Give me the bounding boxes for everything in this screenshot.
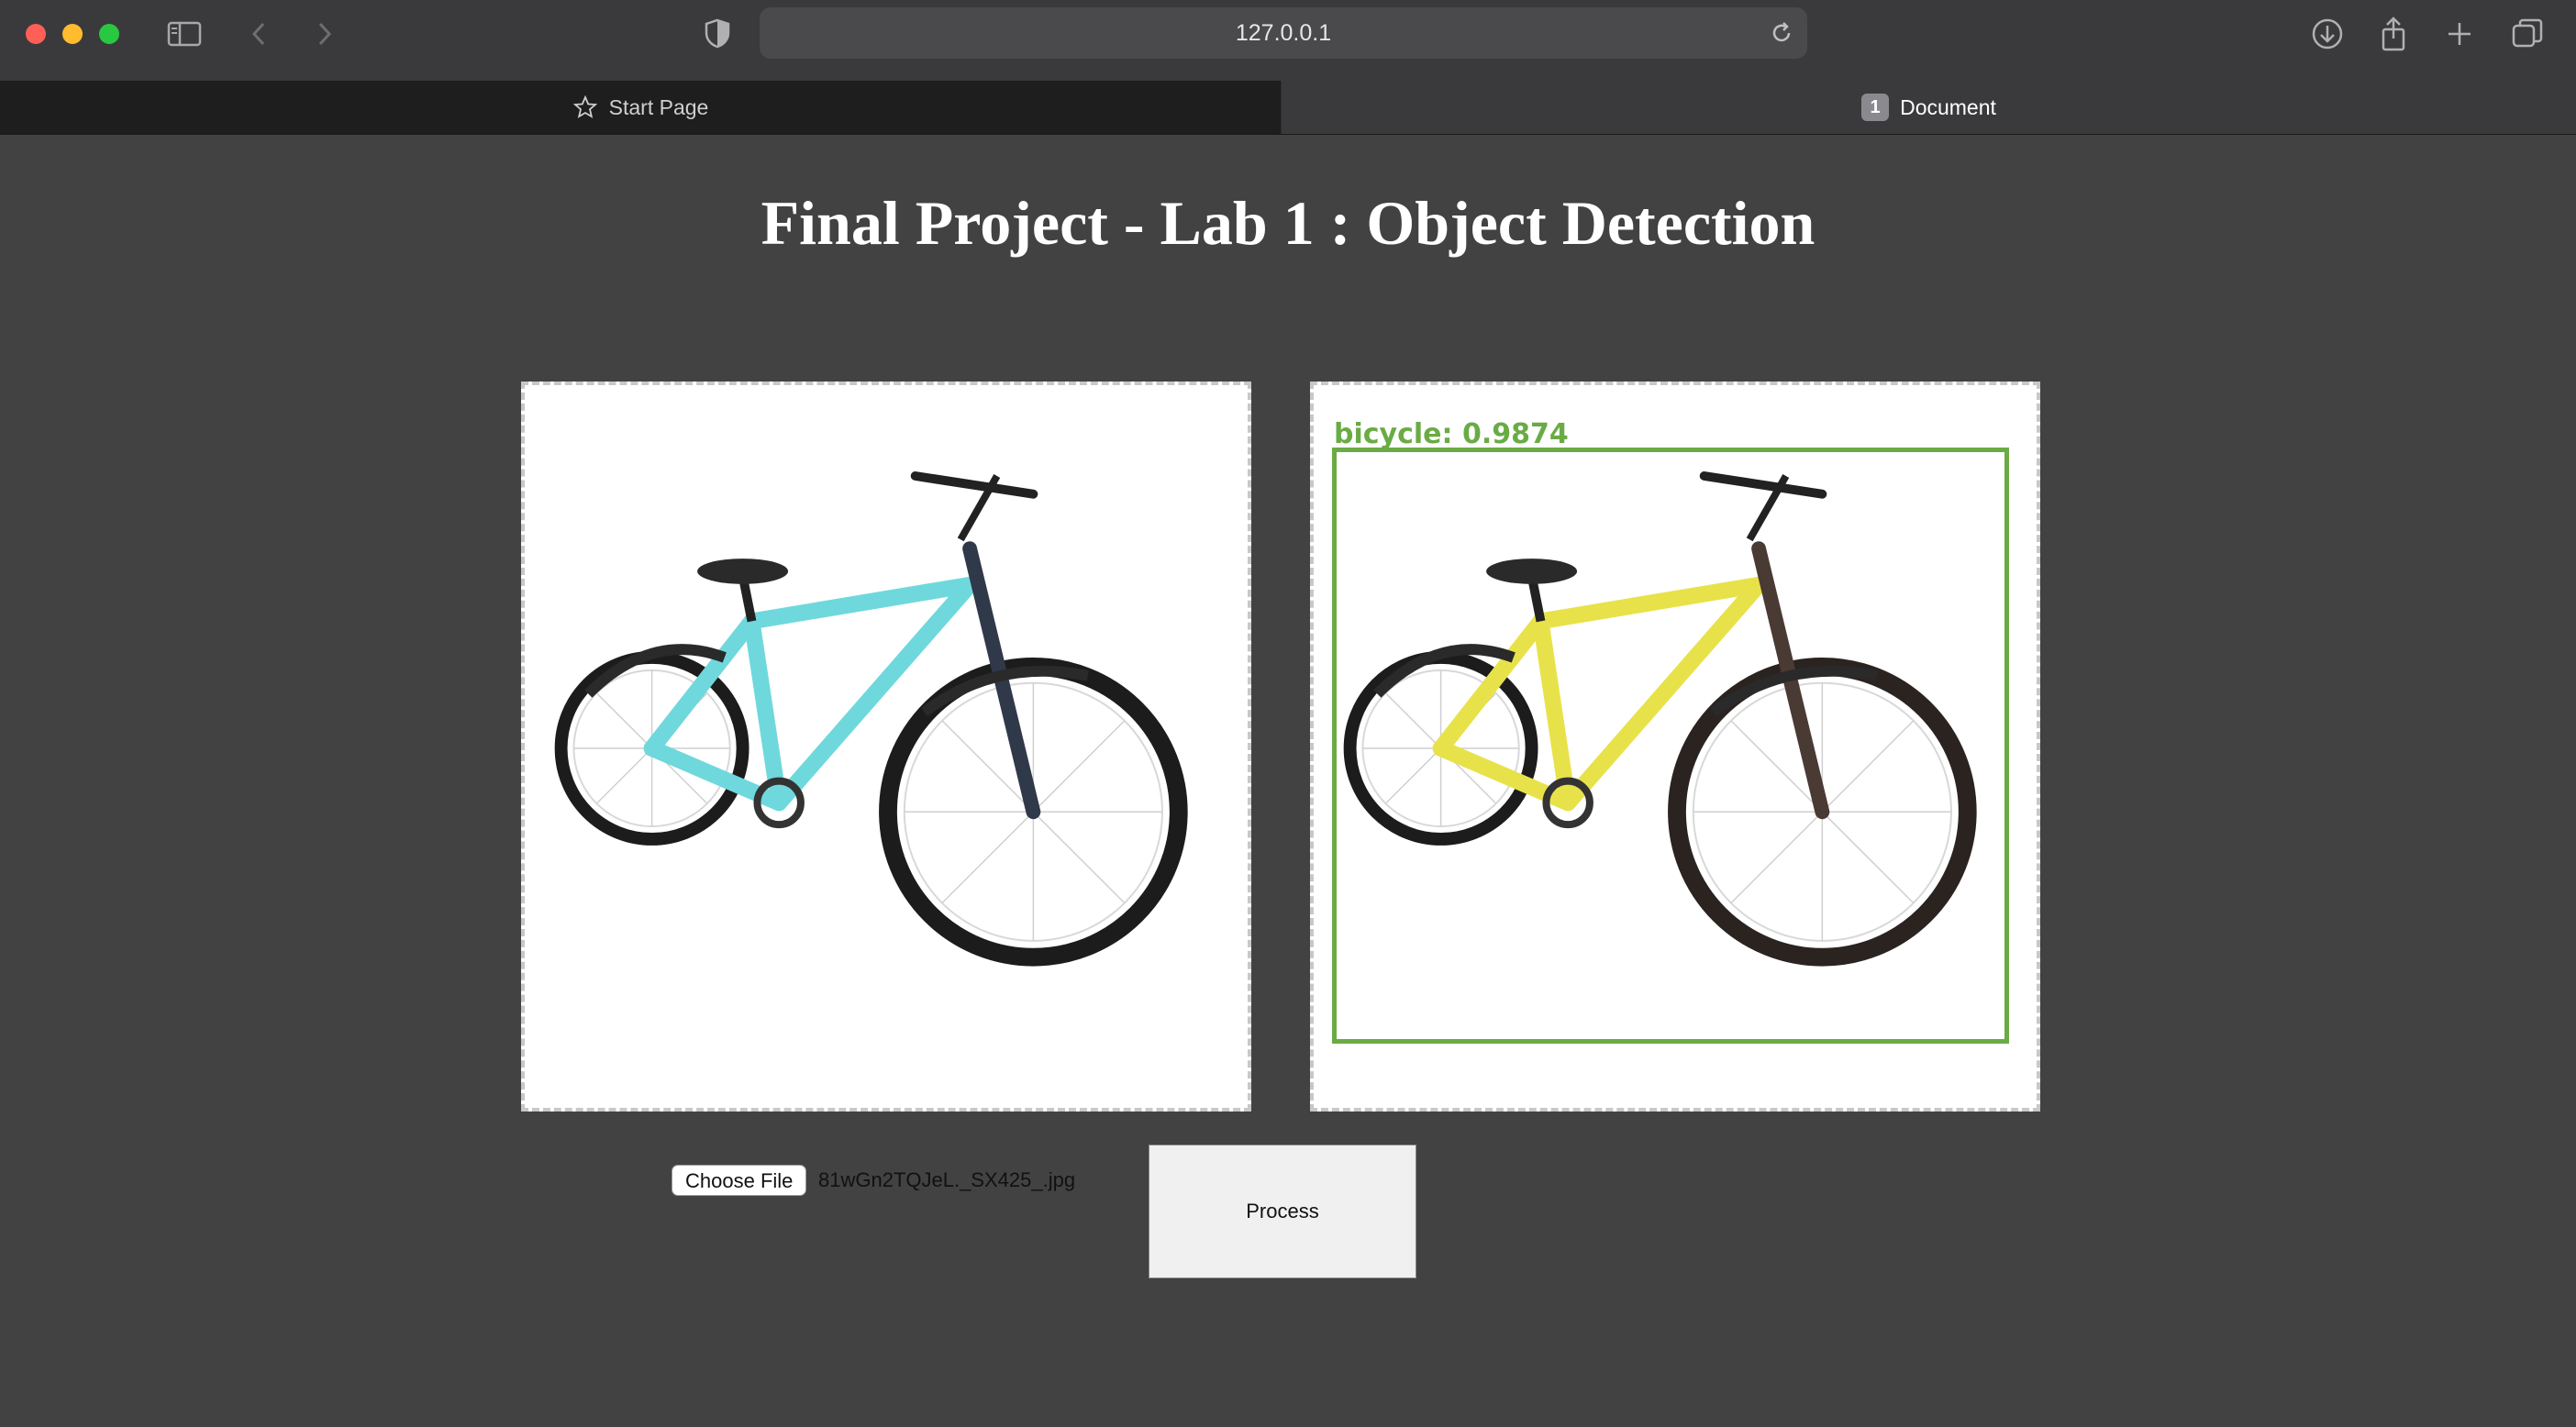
tab-bar: Start Page 1 Document — [0, 81, 2576, 135]
detection-label: bicycle: 0.9874 — [1334, 418, 1569, 450]
new-tab-icon[interactable] — [2440, 15, 2479, 53]
address-bar[interactable]: 127.0.0.1 — [760, 7, 1807, 59]
detection-bounding-box — [1332, 448, 2009, 1044]
tab-label: Document — [1900, 94, 1996, 119]
process-button[interactable]: Process — [1149, 1145, 1416, 1278]
reload-icon[interactable] — [1767, 18, 1796, 48]
tab-start-page[interactable]: Start Page — [0, 81, 1281, 134]
frame — [643, 576, 978, 812]
star-icon — [572, 94, 597, 118]
back-icon[interactable] — [240, 15, 279, 53]
downloads-icon[interactable] — [2308, 15, 2347, 53]
maximize-window-button[interactable] — [99, 24, 119, 44]
output-image: bicycle: 0.9874 — [1310, 382, 2040, 1112]
choose-file-button[interactable]: Choose File — [672, 1165, 807, 1196]
tab-number-badge: 1 — [1861, 94, 1890, 121]
tab-document[interactable]: 1 Document — [1282, 81, 2576, 134]
url-text: 127.0.0.1 — [1235, 20, 1332, 46]
privacy-shield-icon[interactable] — [699, 15, 736, 51]
input-image — [521, 382, 1251, 1112]
sidebar-icon[interactable] — [165, 15, 204, 53]
close-window-button[interactable] — [26, 24, 46, 44]
minimize-window-button[interactable] — [62, 24, 83, 44]
tab-overview-icon[interactable] — [2508, 15, 2547, 53]
forward-icon[interactable] — [305, 15, 343, 53]
page-title: Final Project - Lab 1 : Object Detection — [761, 188, 1815, 258]
browser-toolbar: 127.0.0.1 — [0, 0, 2576, 82]
share-icon[interactable] — [2374, 15, 2413, 53]
tab-label: Start Page — [608, 94, 709, 119]
input-bicycle-image — [554, 471, 1188, 967]
selected-file-name: 81wGn2TQJeL._SX425_.jpg — [818, 1168, 1076, 1191]
process-button-label: Process — [1246, 1200, 1319, 1222]
